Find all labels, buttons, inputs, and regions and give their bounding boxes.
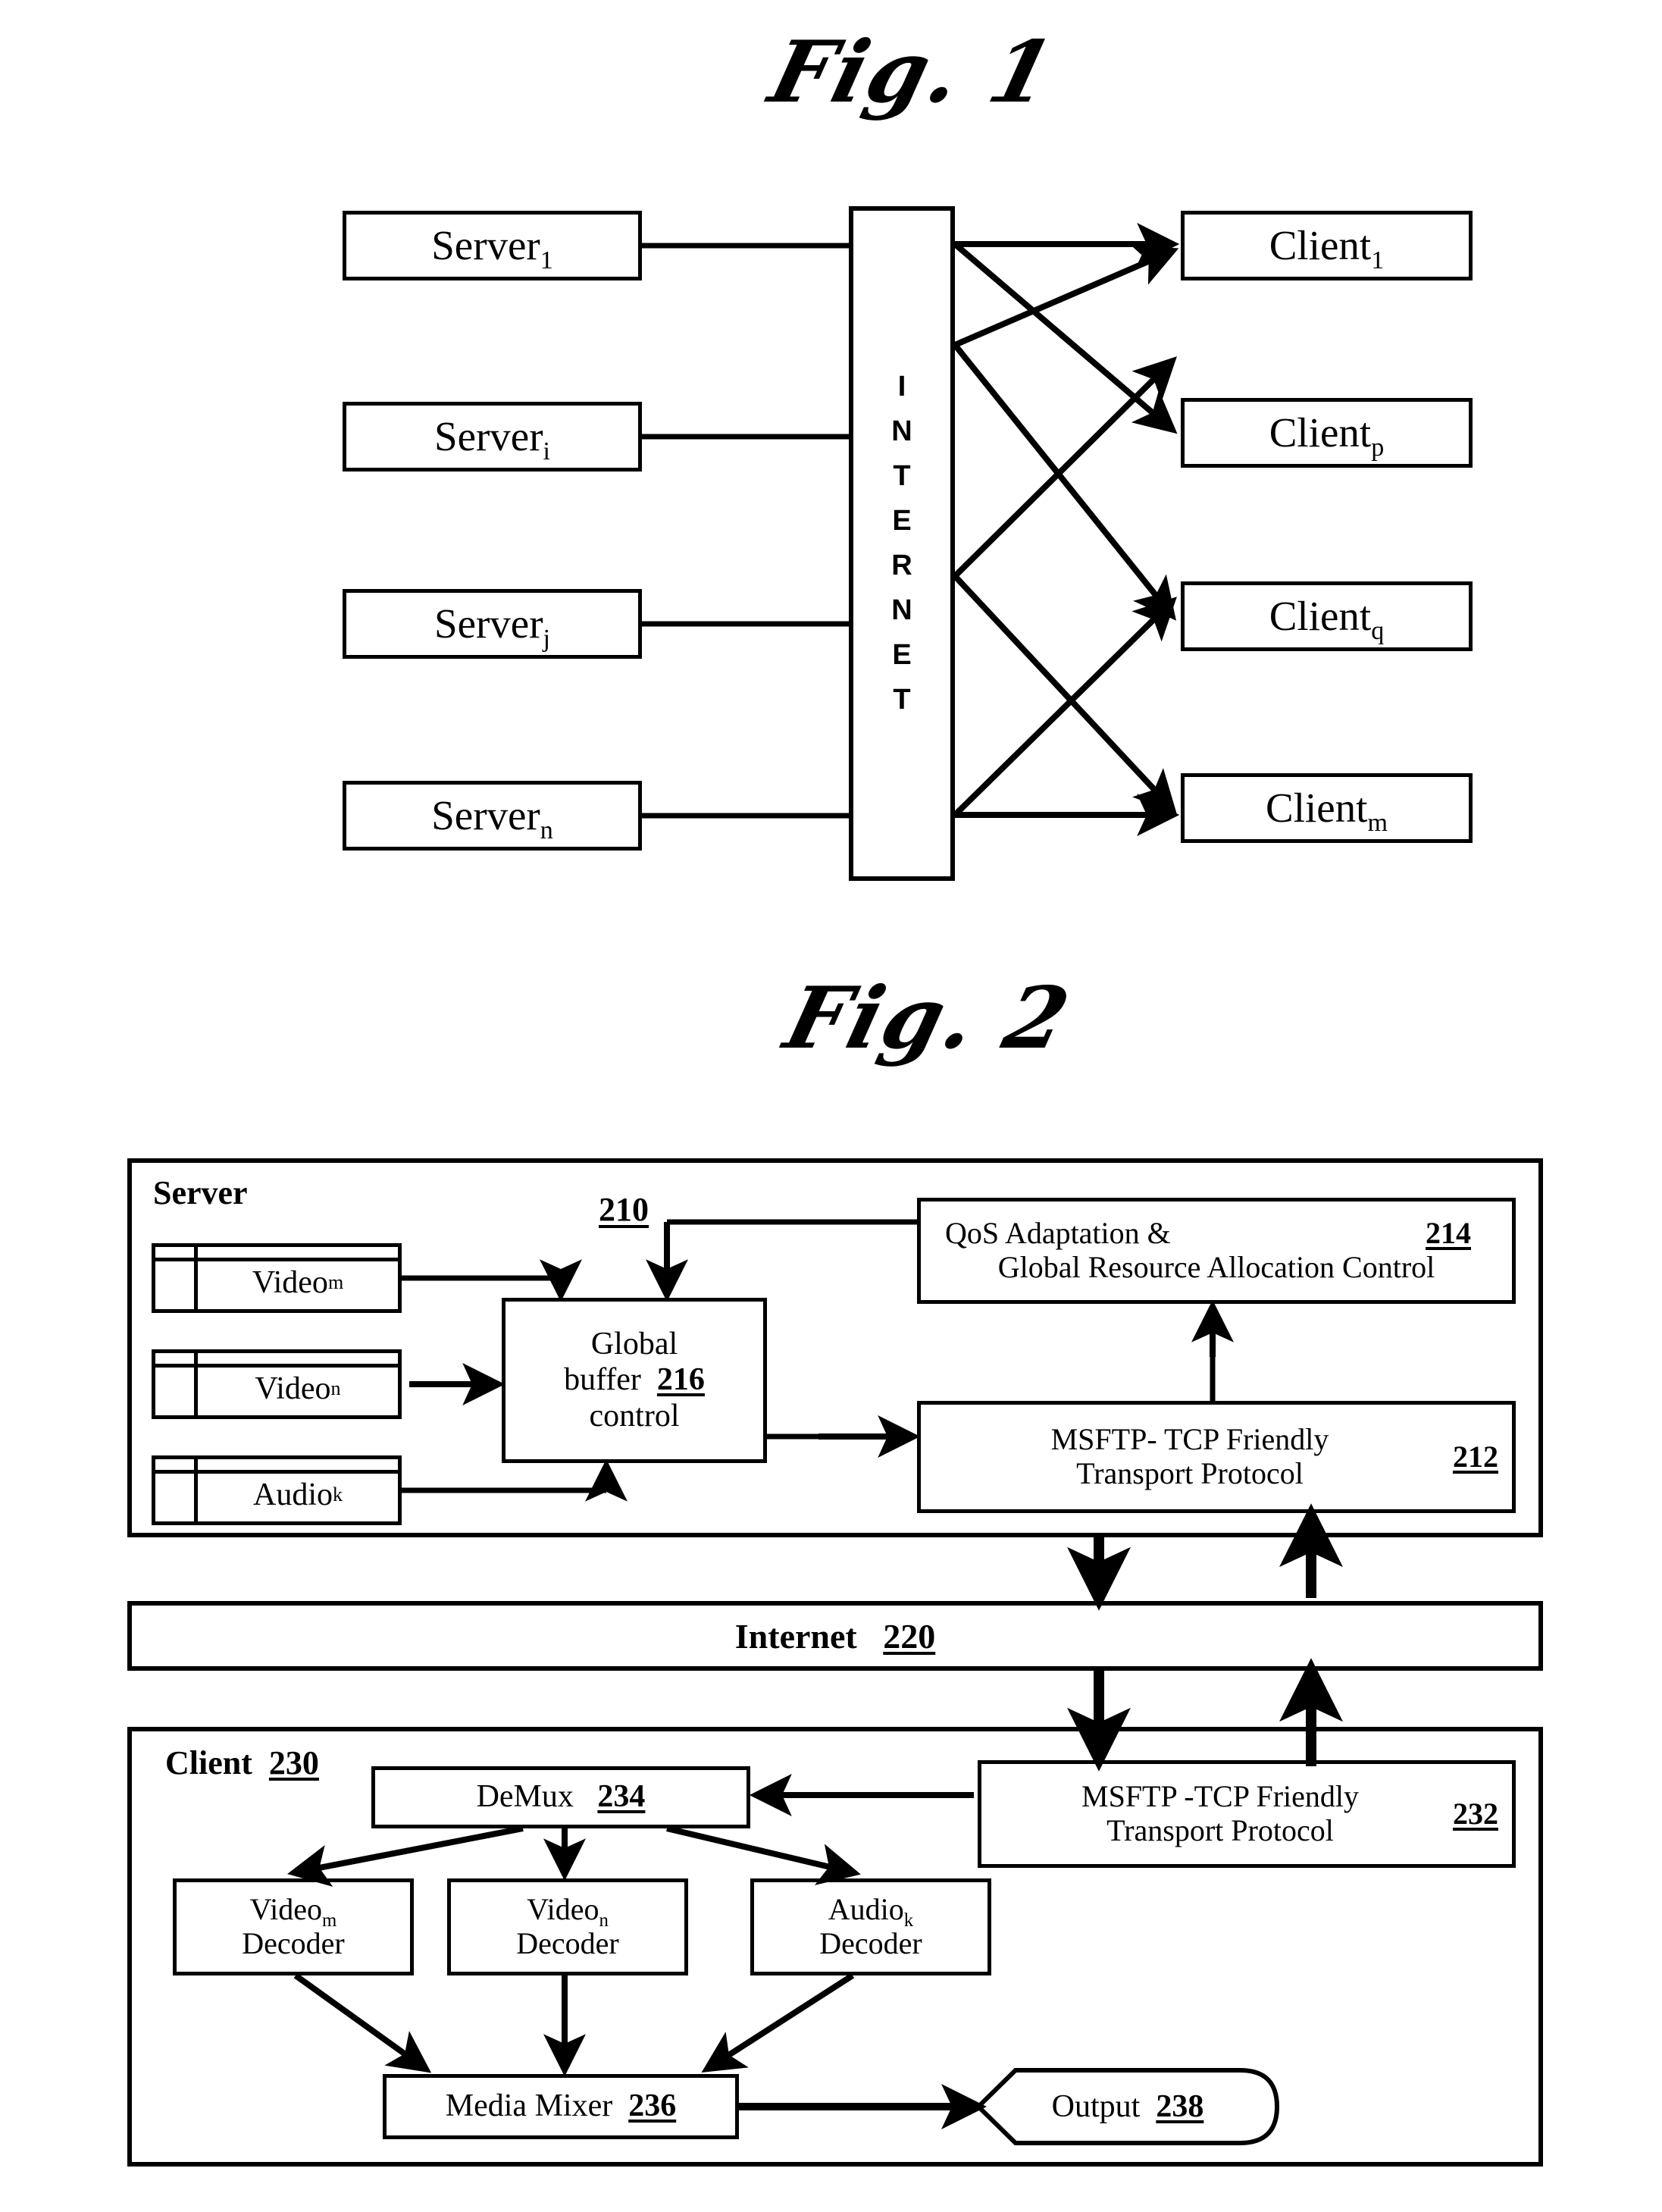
stack-tab: [155, 1353, 198, 1415]
server-label-2: Serveri: [433, 413, 550, 466]
server-panel-label: Server: [153, 1174, 248, 1211]
demux-content: DeMux 234: [477, 1779, 646, 1815]
internet-bar-content: Internet 220: [735, 1616, 935, 1656]
global-buffer-line1: Global: [590, 1327, 678, 1362]
arrow-internet-client3-from-bot: [953, 597, 1177, 817]
output-label: Output: [1051, 2089, 1141, 2124]
msftp-client-box: MSFTP -TCP Friendly Transport Protocol 2…: [978, 1760, 1516, 1868]
decoder-line2-video-n: Decoder: [516, 1926, 619, 1960]
client-label-1: Client1: [1269, 222, 1385, 275]
source-label-video-m: Video m: [252, 1265, 344, 1300]
stack-tab: [155, 1247, 198, 1309]
source-box-video-n: Video n: [152, 1349, 402, 1419]
server-box-1: Server1: [343, 211, 642, 280]
client-panel-ref: 230: [268, 1744, 319, 1781]
client-box-2: Clientp: [1181, 398, 1473, 468]
qos-line1: QoS Adaptation &: [945, 1216, 1171, 1251]
server-box-4: Servern: [343, 781, 642, 851]
server-box-2: Serveri: [343, 402, 642, 472]
stack-top-strip: [155, 1258, 398, 1261]
decoder-box-video-m: Videom Decoder: [173, 1878, 414, 1975]
internet-letter: T: [893, 460, 911, 493]
qos-line2: Global Resource Allocation Control: [997, 1250, 1435, 1284]
decoder-line1-audio-k: Audiok: [828, 1892, 914, 1932]
source-label-audio-k: Audio k: [252, 1477, 343, 1512]
source-box-audio-k: Audio k: [152, 1455, 402, 1525]
decoder-box-video-n: Videon Decoder: [447, 1878, 688, 1975]
internet-letter: E: [892, 638, 912, 671]
media-mixer-box: Media Mixer 236: [383, 2074, 739, 2139]
internet-letter: T: [893, 683, 911, 716]
msftp-client-ref: 232: [1453, 1796, 1498, 1831]
output-ref: 238: [1156, 2089, 1204, 2124]
client-label-3: Clientq: [1269, 593, 1385, 646]
figure-2-title: Fig. 2: [775, 969, 1080, 1068]
internet-letter: E: [892, 505, 912, 537]
client-label-4: Clientm: [1266, 785, 1388, 838]
media-mixer-ref: 236: [628, 2088, 677, 2124]
arrow-internet-client4-from-mid2: [953, 574, 1177, 814]
decoder-line1-video-n: Videon: [527, 1892, 609, 1932]
source-label-video-n: Video n: [255, 1371, 341, 1406]
demux-box: DeMux 234: [371, 1766, 750, 1828]
demux-ref: 234: [597, 1779, 646, 1815]
msftp-client-line2: Transport Protocol: [1106, 1813, 1334, 1847]
arrow-internet-client3-from-mid: [952, 343, 1177, 621]
client-box-1: Client1: [1181, 211, 1473, 280]
internet-letter: I: [897, 371, 906, 403]
global-buffer-line2: buffer 216: [564, 1362, 705, 1398]
global-buffer-control-box: Global buffer 216 control: [502, 1298, 767, 1463]
stack-top-strip: [155, 1364, 398, 1368]
server-box-3: Serverj: [343, 589, 642, 659]
msftp-server-line1: MSFTP- TCP Friendly: [1050, 1422, 1329, 1457]
client-label-2: Clientp: [1269, 409, 1385, 462]
internet-letter: N: [891, 594, 912, 626]
server-label-3: Serverj: [433, 600, 550, 653]
client-panel-label-text: Client: [165, 1744, 252, 1781]
arrow-internet-client1-from-mid: [953, 246, 1179, 348]
arrow-internet-client2-from-mid2: [953, 356, 1177, 578]
internet-box: I N T E R N E T: [849, 206, 955, 881]
server-label-1: Server1: [431, 222, 553, 275]
arrow-internet-client2-from-top: [953, 241, 1178, 434]
qos-adaptation-box: QoS Adaptation & 214 Global Resource All…: [917, 1198, 1516, 1304]
msftp-server-ref: 212: [1453, 1439, 1498, 1474]
decoder-line2-video-m: Decoder: [242, 1926, 345, 1960]
media-mixer-label: Media Mixer: [445, 2088, 613, 2124]
internet-bar-label: Internet: [734, 1616, 857, 1656]
msftp-server-line2: Transport Protocol: [1076, 1456, 1304, 1490]
global-buffer-line3: control: [589, 1398, 680, 1433]
internet-bar-ref: 220: [883, 1616, 936, 1656]
stack-top-strip: [155, 1470, 398, 1474]
source-box-video-m: Video m: [152, 1243, 402, 1313]
media-mixer-content: Media Mixer 236: [446, 2088, 676, 2124]
client-panel-label: Client 230: [165, 1744, 319, 1782]
internet-letter: R: [891, 550, 912, 581]
internet-bar: Internet 220: [127, 1601, 1543, 1671]
qos-line1-row: QoS Adaptation & 214: [931, 1216, 1501, 1251]
msftp-client-line1: MSFTP -TCP Friendly: [1081, 1779, 1359, 1814]
client-box-3: Clientq: [1181, 581, 1473, 651]
figure-1-title: Fig. 1: [760, 23, 1065, 122]
internet-letter: N: [891, 415, 912, 448]
decoder-line1-video-m: Videom: [249, 1892, 337, 1932]
stack-tab: [155, 1459, 198, 1521]
client-box-4: Clientm: [1181, 773, 1473, 843]
global-buffer-ref: 216: [656, 1362, 705, 1398]
demux-label: DeMux: [476, 1779, 574, 1815]
decoder-box-audio-k: Audiok Decoder: [750, 1878, 991, 1975]
output-node: Output 238: [976, 2068, 1279, 2145]
server-panel-ref: 210: [599, 1191, 649, 1228]
msftp-server-box: MSFTP- TCP Friendly Transport Protocol 2…: [917, 1401, 1516, 1513]
decoder-line2-audio-k: Decoder: [819, 1926, 922, 1960]
qos-ref: 214: [1426, 1216, 1471, 1251]
output-label-group: Output 238: [1052, 2088, 1204, 2125]
server-label-4: Servern: [431, 792, 553, 845]
